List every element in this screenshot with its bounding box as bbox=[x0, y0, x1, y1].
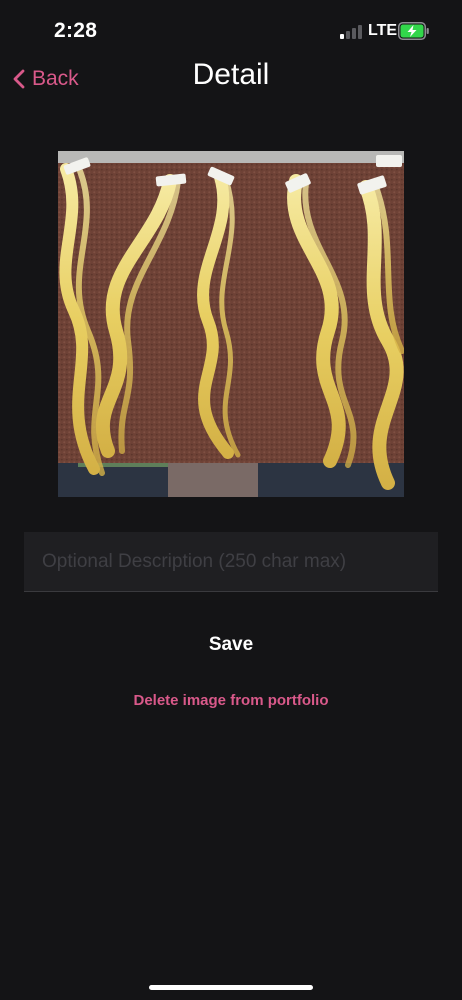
status-time: 2:28 bbox=[54, 19, 98, 42]
navigation-bar: Back Detail bbox=[0, 56, 462, 100]
network-type: LTE bbox=[368, 22, 398, 39]
home-indicator bbox=[149, 985, 313, 990]
hair-extensions-photo-icon bbox=[58, 151, 404, 497]
portfolio-image[interactable] bbox=[58, 151, 404, 497]
status-bar: 2:28 LTE bbox=[0, 0, 462, 62]
signal-strength-icon bbox=[340, 25, 362, 39]
battery-charging-icon bbox=[398, 22, 429, 40]
description-field bbox=[24, 532, 438, 592]
page-title: Detail bbox=[192, 58, 270, 91]
save-button[interactable]: Save bbox=[0, 634, 462, 656]
delete-image-link[interactable]: Delete image from portfolio bbox=[0, 692, 462, 709]
description-input[interactable] bbox=[24, 532, 438, 591]
